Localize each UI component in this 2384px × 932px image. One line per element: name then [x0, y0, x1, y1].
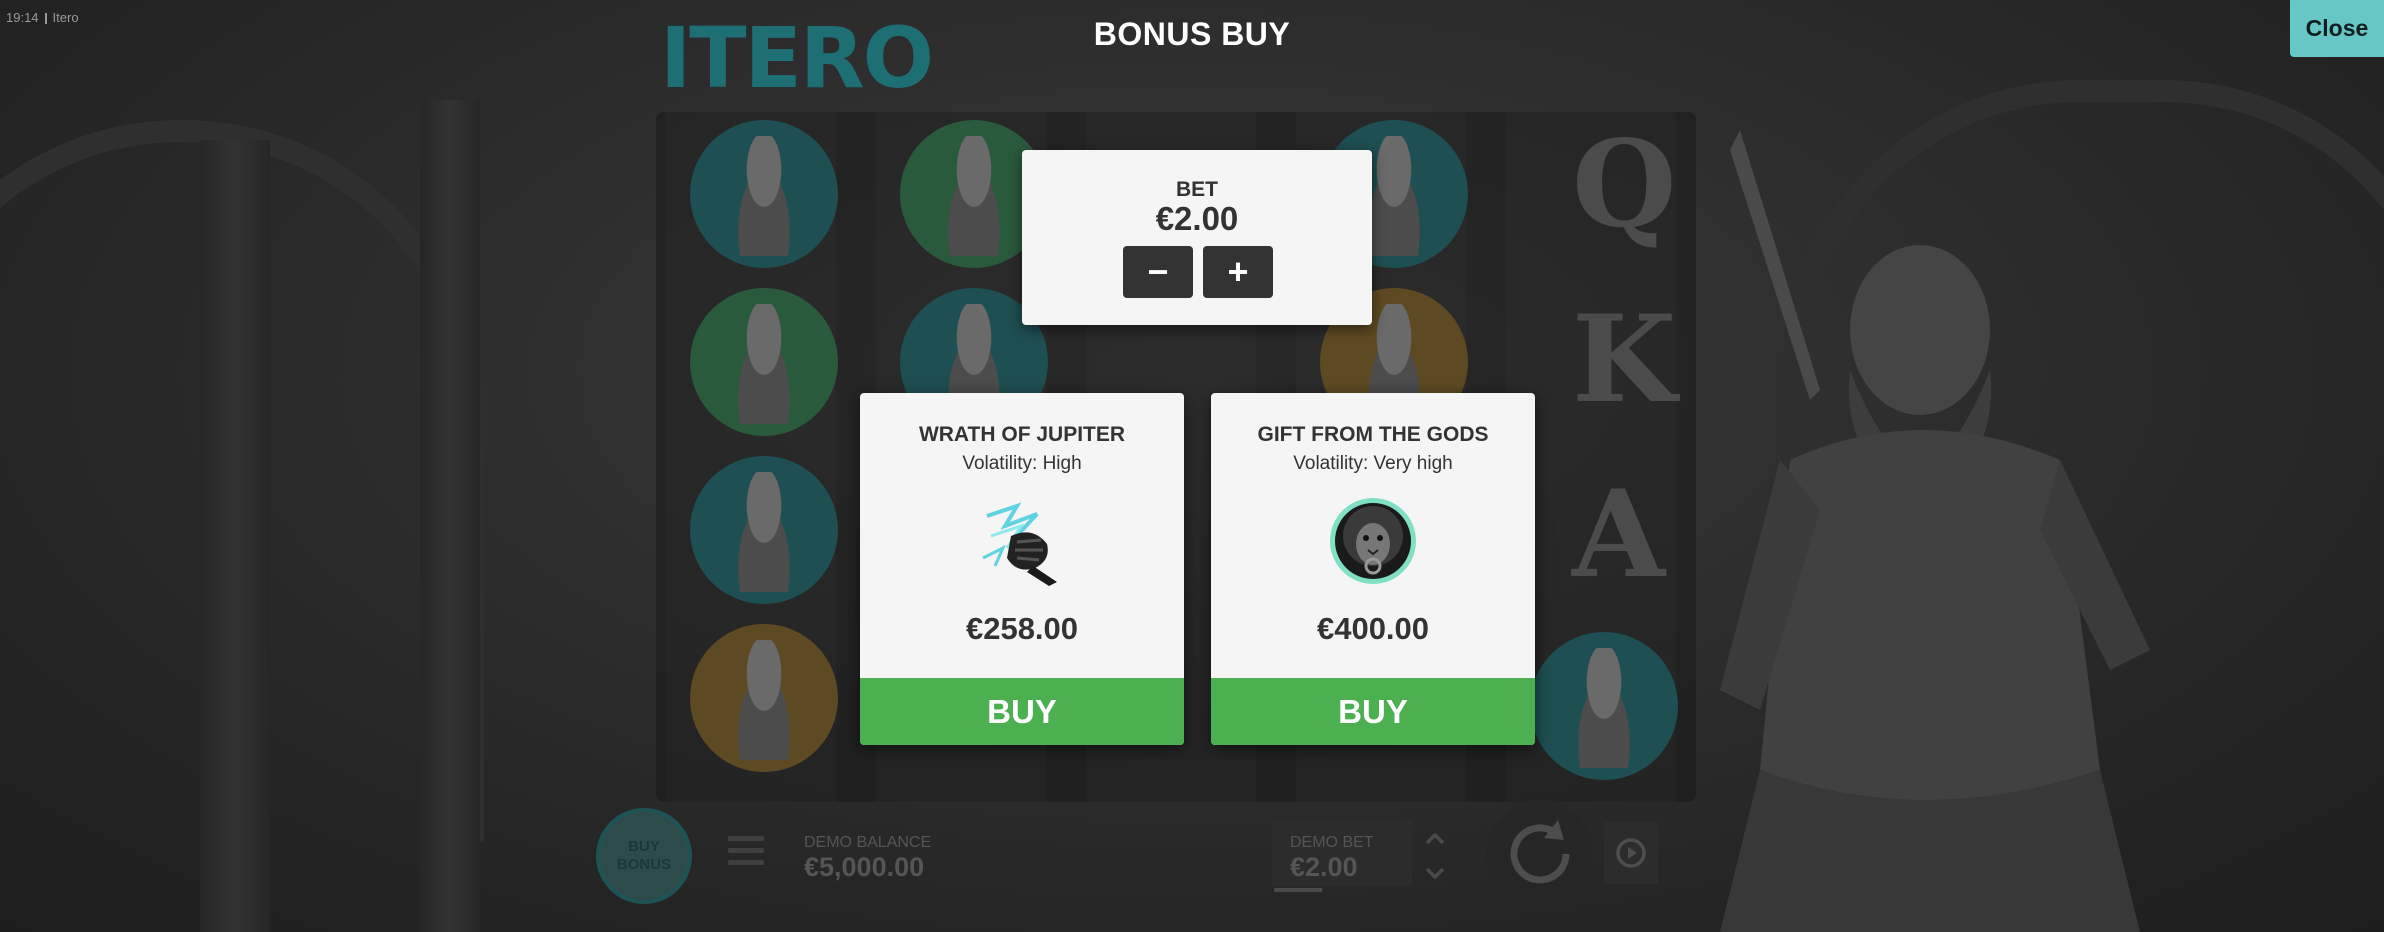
- buy-button[interactable]: BUY: [1211, 678, 1535, 745]
- reel-letter-symbol: A: [1572, 464, 1666, 605]
- reel-symbol-bust: [690, 288, 838, 436]
- bet-selector-card: BET €2.00 − +: [1022, 150, 1372, 325]
- bet-decrease-button[interactable]: −: [1123, 246, 1193, 298]
- spin-button[interactable]: [1486, 800, 1594, 908]
- menu-icon[interactable]: [728, 836, 764, 868]
- demo-bet-value: €2.00: [1290, 852, 1358, 882]
- zeus-statue: [1720, 130, 2150, 932]
- reel-symbol-bust: [690, 624, 838, 772]
- reel-symbol-bust: [1530, 632, 1678, 780]
- buy-button[interactable]: BUY: [860, 678, 1184, 745]
- autoplay-icon: [1616, 838, 1646, 868]
- chevron-up-icon[interactable]: [1424, 828, 1446, 850]
- bet-indicator: [1274, 888, 1322, 892]
- feature-price: €400.00: [1316, 611, 1430, 646]
- autoplay-button[interactable]: [1604, 822, 1658, 884]
- game-control-bar: BUY BONUS DEMO BALANCE €5,000.00 DEMO BE…: [592, 800, 1672, 912]
- temple-pillar: [420, 100, 480, 932]
- feature-title: WRATH OF JUPITER: [918, 423, 1126, 446]
- buy-bonus-label: BONUS: [616, 856, 672, 873]
- modal-title: BONUS BUY: [1093, 16, 1291, 52]
- feature-card-gift-from-the-gods: GIFT FROM THE GODS Volatility: Very high…: [1211, 393, 1535, 745]
- feature-volatility: Volatility: Very high: [1293, 453, 1453, 474]
- balance-value: €5,000.00: [804, 852, 925, 882]
- game-background: ITERO Q K A BUY BONUS DEMO BALANCE €5,00…: [0, 0, 2384, 932]
- lion-medallion-icon: [1330, 498, 1416, 584]
- reel-letter-symbol: Q: [1572, 114, 1677, 255]
- close-button[interactable]: Close: [2290, 0, 2384, 57]
- reel-symbol-bust: [690, 120, 838, 268]
- spin-icon: [1510, 820, 1570, 884]
- balance-label: DEMO BALANCE: [804, 834, 932, 851]
- temple-pillar: [200, 140, 270, 932]
- bet-value: €2.00: [1155, 200, 1239, 237]
- demo-bet-label: DEMO BET: [1290, 834, 1374, 851]
- feature-card-wrath-of-jupiter: WRATH OF JUPITER Volatility: High €258.0…: [860, 393, 1184, 745]
- buy-bonus-label: BUY: [628, 838, 660, 855]
- feature-title: GIFT FROM THE GODS: [1257, 423, 1489, 446]
- reel-letter-symbol: K: [1572, 289, 1677, 430]
- reel-symbol-bust: [690, 456, 838, 604]
- bet-increase-button[interactable]: +: [1203, 246, 1273, 298]
- feature-volatility: Volatility: High: [962, 453, 1082, 474]
- buy-bonus-button[interactable]: BUY BONUS: [596, 808, 692, 904]
- lightning-fist-icon: [982, 502, 1057, 586]
- feature-price: €258.00: [965, 611, 1079, 646]
- bet-label: BET: [1176, 178, 1218, 201]
- chevron-down-icon[interactable]: [1424, 862, 1446, 884]
